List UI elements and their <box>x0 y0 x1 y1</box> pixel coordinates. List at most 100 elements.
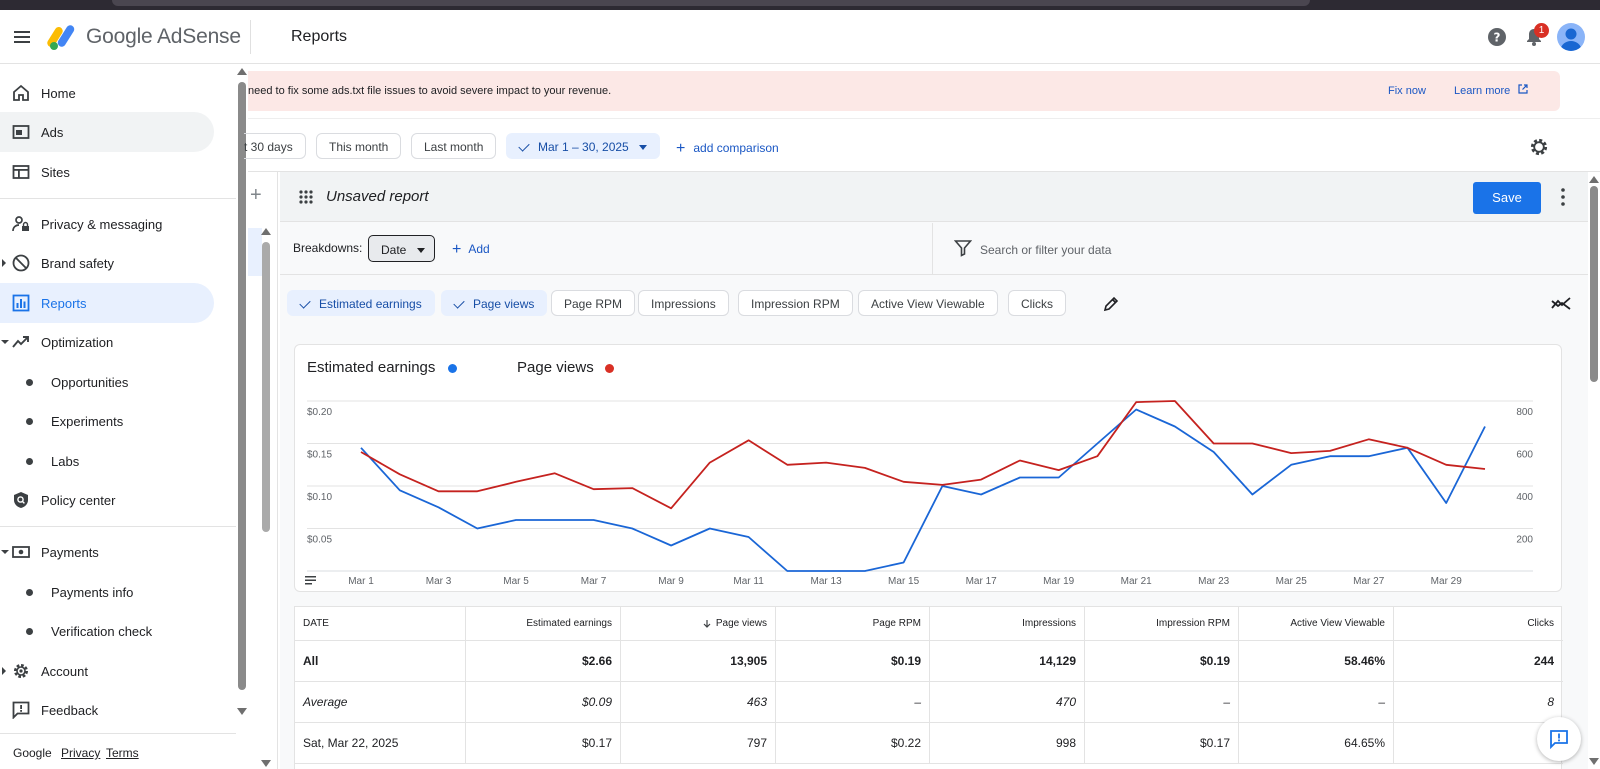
column-header-date[interactable]: DATE <box>295 607 466 640</box>
metric-chip-page-rpm[interactable]: Page RPM <box>551 290 636 316</box>
search-filter-input[interactable] <box>980 237 1500 263</box>
column-header-active-view-viewable[interactable]: Active View Viewable <box>1239 607 1394 640</box>
menu-icon[interactable] <box>12 27 32 47</box>
settings-gear-icon[interactable] <box>1529 137 1549 157</box>
scroll-down-arrow-icon[interactable] <box>237 708 247 715</box>
expand-caret-icon[interactable] <box>2 259 6 267</box>
last-month-chip[interactable]: Last month <box>411 133 497 159</box>
sidebar-item-opportunities[interactable]: Opportunities <box>0 362 214 402</box>
y-left-tick-label: $0.15 <box>307 450 332 461</box>
collapse-caret-icon[interactable] <box>1 340 9 344</box>
x-tick-label: Mar 15 <box>888 576 920 587</box>
report-scrollbar[interactable] <box>1588 172 1600 769</box>
footer-google: Google <box>13 746 52 760</box>
scroll-down-arrow-icon[interactable] <box>261 760 271 767</box>
collapse-caret-icon[interactable] <box>1 550 9 554</box>
scrollbar-thumb[interactable] <box>238 82 246 690</box>
help-icon[interactable]: ? <box>1487 27 1507 47</box>
scrollbar-thumb[interactable] <box>1590 186 1598 382</box>
column-header-impression-rpm[interactable]: Impression RPM <box>1085 607 1239 640</box>
chart-toggle-icon[interactable] <box>1550 295 1572 313</box>
sidebar-item-sites[interactable]: Sites <box>0 152 214 192</box>
column-header-clicks[interactable]: Clicks <box>1394 607 1562 640</box>
cell-clicks: 8 <box>1547 695 1554 709</box>
date-range-label: Mar 1 – 30, 2025 <box>538 140 629 154</box>
edit-pencil-icon[interactable] <box>1102 295 1120 313</box>
save-button[interactable]: Save <box>1473 182 1541 214</box>
sidebar-item-label: Opportunities <box>51 375 129 390</box>
scrollbar-thumb[interactable] <box>262 242 270 532</box>
scroll-up-arrow-icon[interactable] <box>261 228 271 235</box>
earnings-pageviews-line-chart[interactable]: $0.05 $0.10 $0.15 $0.20 200 400 600 800 Mar 1 Mar… <box>295 345 1561 591</box>
privacy-link[interactable]: Privacy <box>61 746 100 760</box>
cell-date: Sat, Mar 22, 2025 <box>295 723 466 763</box>
add-breakdown-button[interactable]: + Add <box>452 240 490 258</box>
scroll-up-arrow-icon[interactable] <box>1589 176 1599 183</box>
column-header-page-views[interactable]: Page views <box>621 607 776 640</box>
date-range-dropdown[interactable]: Mar 1 – 30, 2025 <box>506 133 660 159</box>
x-tick-label: Mar 23 <box>1198 576 1230 587</box>
adsense-logo-icon[interactable] <box>47 22 79 52</box>
y-right-tick-label: 400 <box>1516 492 1533 503</box>
sidebar-item-verification-check[interactable]: Verification check <box>0 611 214 651</box>
sidebar-item-experiments[interactable]: Experiments <box>0 401 214 441</box>
metric-chip-page-views[interactable]: Page views <box>441 290 548 316</box>
breakdown-date-dropdown[interactable]: Date <box>368 235 435 262</box>
y-left-tick-label: $0.20 <box>307 407 332 418</box>
avatar[interactable] <box>1557 23 1585 51</box>
add-comparison-button[interactable]: + add comparison <box>676 139 779 157</box>
sidebar-item-account[interactable]: Account <box>0 651 214 691</box>
sidebar-item-privacy-messaging[interactable]: Privacy & messaging <box>0 204 214 244</box>
report-title[interactable]: Unsaved report <box>326 188 429 205</box>
sidebar-item-label: Home <box>41 86 76 101</box>
expand-caret-icon[interactable] <box>2 667 6 675</box>
more-vert-icon[interactable] <box>1560 186 1566 208</box>
terms-link[interactable]: Terms <box>106 746 139 760</box>
plus-icon: + <box>676 140 686 157</box>
cell-date: All <box>295 641 466 681</box>
sidebar-item-ads[interactable]: Ads <box>0 112 214 152</box>
trending-icon <box>12 336 29 348</box>
metric-chip-active-view-viewable[interactable]: Active View Viewable <box>858 290 998 316</box>
dropdown-arrow-icon <box>638 145 647 150</box>
metric-chip-clicks[interactable]: Clicks <box>1008 290 1066 316</box>
learn-more-link[interactable]: Learn more <box>1454 85 1510 97</box>
sidebar-item-brand-safety[interactable]: Brand safety <box>0 243 214 283</box>
sidebar-item-reports[interactable]: Reports <box>0 283 214 323</box>
chart-card: Estimated earnings Page views $0.05 $0.10… <box>294 344 1562 592</box>
metric-chip-impression-rpm[interactable]: Impression RPM <box>738 290 853 316</box>
sidebar-item-feedback[interactable]: Feedback <box>0 690 214 730</box>
cell-page-rpm: – <box>776 682 930 722</box>
external-link-icon[interactable] <box>1518 84 1528 94</box>
x-tick-label: Mar 21 <box>1121 576 1153 587</box>
scroll-up-arrow-icon[interactable] <box>237 68 247 75</box>
column-header-estimated-earnings[interactable]: Estimated earnings <box>466 607 621 640</box>
sidebar-item-home[interactable]: Home <box>0 73 214 113</box>
metric-chip-estimated-earnings[interactable]: Estimated earnings <box>287 290 435 316</box>
sidebar-item-policy-center[interactable]: Policy center <box>0 480 214 520</box>
payments-icon <box>12 546 30 558</box>
plus-icon[interactable]: + <box>250 184 262 207</box>
cell-page-views: 797 <box>621 723 776 763</box>
sidebar-item-payments[interactable]: Payments <box>0 532 214 572</box>
this-month-chip[interactable]: This month <box>316 133 402 159</box>
cell-active-view-viewable: 58.46% <box>1239 641 1394 681</box>
breakdown-value: Date <box>381 243 407 257</box>
column-header-page-rpm[interactable]: Page RPM <box>776 607 930 640</box>
sidebar-scrollbar[interactable] <box>236 64 248 769</box>
sidebar-item-labs[interactable]: Labs <box>0 441 214 481</box>
column-header-impressions[interactable]: Impressions <box>930 607 1085 640</box>
sidebar-item-payments-info[interactable]: Payments info <box>0 572 214 612</box>
sidebar-divider <box>0 198 236 199</box>
scroll-down-arrow-icon[interactable] <box>1589 758 1599 765</box>
cell-active-view-viewable: – <box>1239 682 1394 722</box>
sidebar-item-optimization[interactable]: Optimization <box>0 322 214 362</box>
brand-name[interactable]: Google AdSense <box>86 25 241 49</box>
feedback-fab[interactable] <box>1537 717 1581 761</box>
filter-icon[interactable] <box>954 239 972 257</box>
table-row[interactable]: Sat, Mar 22, 2025 $0.17 797 $0.22 998 $0… <box>295 723 1563 764</box>
metric-chip-impressions[interactable]: Impressions <box>638 290 729 316</box>
apps-grid-icon[interactable] <box>298 189 314 205</box>
fix-now-link[interactable]: Fix now <box>1388 85 1426 97</box>
last-30-days-chip[interactable]: t 30 days <box>244 133 306 159</box>
